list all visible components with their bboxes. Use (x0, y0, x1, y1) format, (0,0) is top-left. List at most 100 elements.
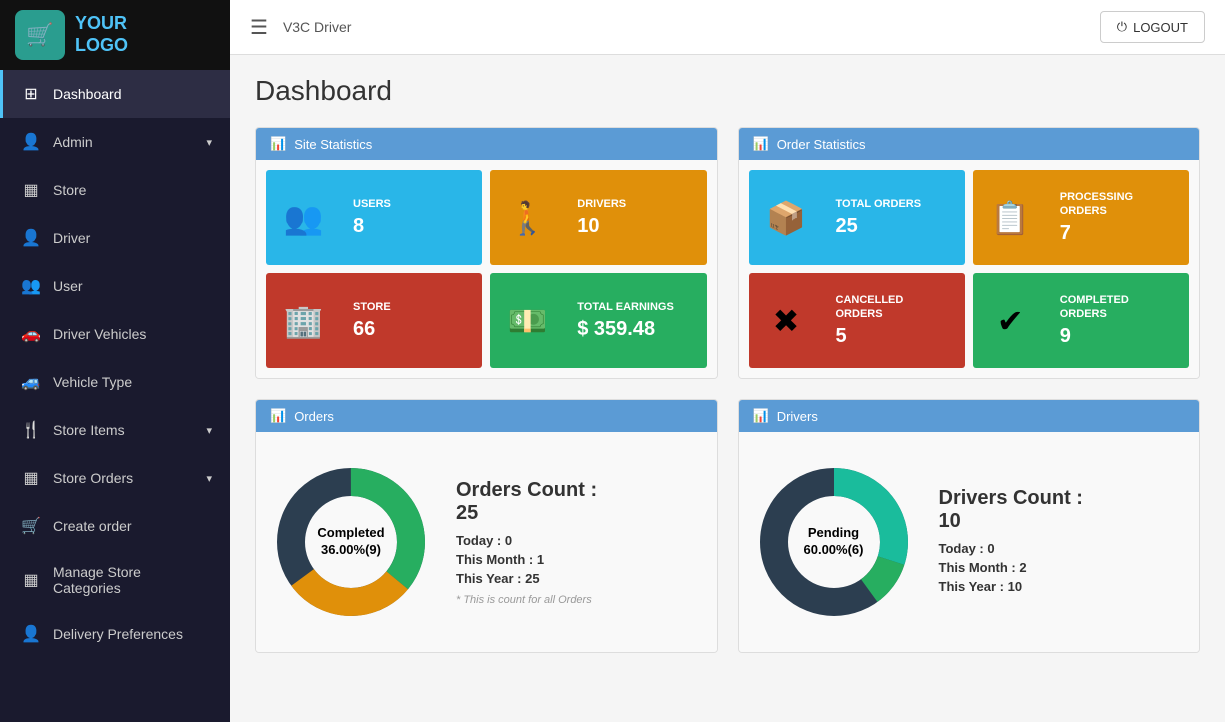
order-tile-processing-orders[interactable]: 📋 PROCESSING ORDERS 7 (973, 170, 1189, 265)
drivers-chart-body: Pending 60.00%(6) Drivers Count : 10 Tod… (739, 432, 1200, 652)
logo-icon (15, 10, 65, 60)
order-icon-processing-orders: 📋 (973, 170, 1048, 265)
stat-label-total-earnings: TOTAL EARNINGS (577, 300, 694, 314)
chevron-down-icon: ▾ (206, 136, 212, 149)
header-left: ☰ V3C Driver (250, 15, 351, 40)
nav-icon-delivery-preferences: 👤 (21, 624, 41, 644)
order-value-total-orders: 25 (836, 215, 953, 238)
stat-tile-users[interactable]: 👥 USERS 8 (266, 170, 482, 265)
sidebar-item-driver[interactable]: 👤 Driver (0, 214, 230, 262)
nav-icon-user: 👥 (21, 276, 41, 296)
stat-value-total-earnings: $ 359.48 (577, 318, 694, 341)
stat-tile-store[interactable]: 🏢 STORE 66 (266, 273, 482, 368)
orders-this-month: This Month : 1 (456, 552, 597, 567)
nav-label-vehicle-type: Vehicle Type (53, 374, 212, 390)
nav-icon-create-order: 🛒 (21, 516, 41, 536)
sidebar-item-dashboard[interactable]: ⊞ Dashboard (0, 70, 230, 118)
sidebar-item-delivery-preferences[interactable]: 👤 Delivery Preferences (0, 610, 230, 658)
content-area: Dashboard 📊 Site Statistics 👥 USERS 8 🚶 … (230, 55, 1225, 722)
site-statistics-header: 📊 Site Statistics (256, 128, 717, 160)
sidebar-item-driver-vehicles[interactable]: 🚗 Driver Vehicles (0, 310, 230, 358)
drivers-count-title: Drivers Count : 10 (939, 487, 1083, 533)
bar-chart-icon-2: 📊 (753, 136, 769, 152)
nav-icon-admin: 👤 (21, 132, 41, 152)
nav-icon-store: ▦ (21, 180, 41, 200)
nav-label-manage-store-categories: Manage Store Categories (53, 564, 212, 596)
drivers-this-year: This Year : 10 (939, 579, 1083, 594)
nav-label-admin: Admin (53, 134, 194, 150)
drivers-chart-stats: Drivers Count : 10 Today : 0 This Month … (939, 487, 1083, 598)
site-statistics-grid: 👥 USERS 8 🚶 DRIVERS 10 🏢 STORE 66 💵 TOTA… (256, 160, 717, 378)
nav-icon-vehicle-type: 🚙 (21, 372, 41, 392)
stat-tile-total-earnings[interactable]: 💵 TOTAL EARNINGS $ 359.48 (490, 273, 706, 368)
sidebar-item-store-items[interactable]: 🍴 Store Items ▾ (0, 406, 230, 454)
logout-label: LOGOUT (1133, 20, 1188, 35)
stat-label-drivers: DRIVERS (577, 197, 694, 211)
orders-chart-title: Orders (294, 409, 334, 424)
order-statistics-grid: 📦 TOTAL ORDERS 25 📋 PROCESSING ORDERS 7 … (739, 160, 1200, 378)
orders-donut-text: Completed (317, 525, 384, 542)
logo-area: YOURLOGO (0, 0, 230, 70)
nav-label-store: Store (53, 182, 212, 198)
stat-icon-drivers: 🚶 (490, 170, 565, 265)
sidebar-item-manage-store-categories[interactable]: ▦ Manage Store Categories (0, 550, 230, 610)
stat-icon-total-earnings: 💵 (490, 273, 565, 368)
sidebar-item-admin[interactable]: 👤 Admin ▾ (0, 118, 230, 166)
drivers-chart-title: Drivers (777, 409, 818, 424)
nav-label-dashboard: Dashboard (53, 86, 212, 102)
stat-icon-store: 🏢 (266, 273, 341, 368)
sidebar-item-store[interactable]: ▦ Store (0, 166, 230, 214)
nav-icon-store-items: 🍴 (21, 420, 41, 440)
orders-donut-pct: 36.00%(9) (317, 542, 384, 559)
chevron-down-icon: ▾ (206, 472, 212, 485)
main-area: ☰ V3C Driver ⏻ LOGOUT Dashboard 📊 Site S… (230, 0, 1225, 722)
menu-icon[interactable]: ☰ (250, 15, 268, 40)
order-icon-completed-orders: ✔ (973, 273, 1048, 368)
logout-button[interactable]: ⏻ LOGOUT (1100, 11, 1205, 43)
stat-tile-drivers[interactable]: 🚶 DRIVERS 10 (490, 170, 706, 265)
bar-chart-icon-4: 📊 (753, 408, 769, 424)
stat-value-store: 66 (353, 318, 470, 341)
bar-chart-icon-3: 📊 (270, 408, 286, 424)
nav-label-create-order: Create order (53, 518, 212, 534)
order-label-total-orders: TOTAL ORDERS (836, 197, 953, 211)
stat-value-users: 8 (353, 215, 470, 238)
orders-donut-label: Completed 36.00%(9) (317, 525, 384, 559)
order-statistics-header: 📊 Order Statistics (739, 128, 1200, 160)
drivers-this-month: This Month : 2 (939, 560, 1083, 575)
order-tile-total-orders[interactable]: 📦 TOTAL ORDERS 25 (749, 170, 965, 265)
sidebar-item-store-orders[interactable]: ▦ Store Orders ▾ (0, 454, 230, 502)
order-label-cancelled-orders: CANCELLED ORDERS (836, 293, 953, 322)
drivers-donut-label: Pending 60.00%(6) (804, 525, 864, 559)
nav-label-store-orders: Store Orders (53, 470, 194, 486)
orders-chart-body: Completed 36.00%(9) Orders Count : 25 To… (256, 432, 717, 652)
order-value-processing-orders: 7 (1060, 222, 1177, 245)
nav-icon-manage-store-categories: ▦ (21, 570, 41, 590)
sidebar-item-user[interactable]: 👥 User (0, 262, 230, 310)
stat-label-store: STORE (353, 300, 470, 314)
orders-donut: Completed 36.00%(9) (271, 462, 431, 622)
order-tile-cancelled-orders[interactable]: ✖ CANCELLED ORDERS 5 (749, 273, 965, 368)
nav-icon-dashboard: ⊞ (21, 84, 41, 104)
nav-label-user: User (53, 278, 212, 294)
order-tile-completed-orders[interactable]: ✔ COMPLETED ORDERS 9 (973, 273, 1189, 368)
drivers-donut-text: Pending (804, 525, 864, 542)
drivers-chart-card: 📊 Drivers Pending 60.00%(6) (738, 399, 1201, 653)
stat-value-drivers: 10 (577, 215, 694, 238)
sidebar-item-vehicle-type[interactable]: 🚙 Vehicle Type (0, 358, 230, 406)
bar-chart-icon: 📊 (270, 136, 286, 152)
drivers-today: Today : 0 (939, 541, 1083, 556)
site-statistics-card: 📊 Site Statistics 👥 USERS 8 🚶 DRIVERS 10… (255, 127, 718, 379)
nav-icon-driver-vehicles: 🚗 (21, 324, 41, 344)
orders-chart-stats: Orders Count : 25 Today : 0 This Month :… (456, 479, 597, 606)
logo-text: YOURLOGO (75, 13, 128, 56)
sidebar-item-create-order[interactable]: 🛒 Create order (0, 502, 230, 550)
nav-icon-store-orders: ▦ (21, 468, 41, 488)
orders-this-year: This Year : 25 (456, 571, 597, 586)
orders-today: Today : 0 (456, 533, 597, 548)
nav-label-store-items: Store Items (53, 422, 194, 438)
site-statistics-title: Site Statistics (294, 137, 372, 152)
power-icon: ⏻ (1117, 19, 1127, 35)
header: ☰ V3C Driver ⏻ LOGOUT (230, 0, 1225, 55)
nav-label-driver-vehicles: Driver Vehicles (53, 326, 212, 342)
